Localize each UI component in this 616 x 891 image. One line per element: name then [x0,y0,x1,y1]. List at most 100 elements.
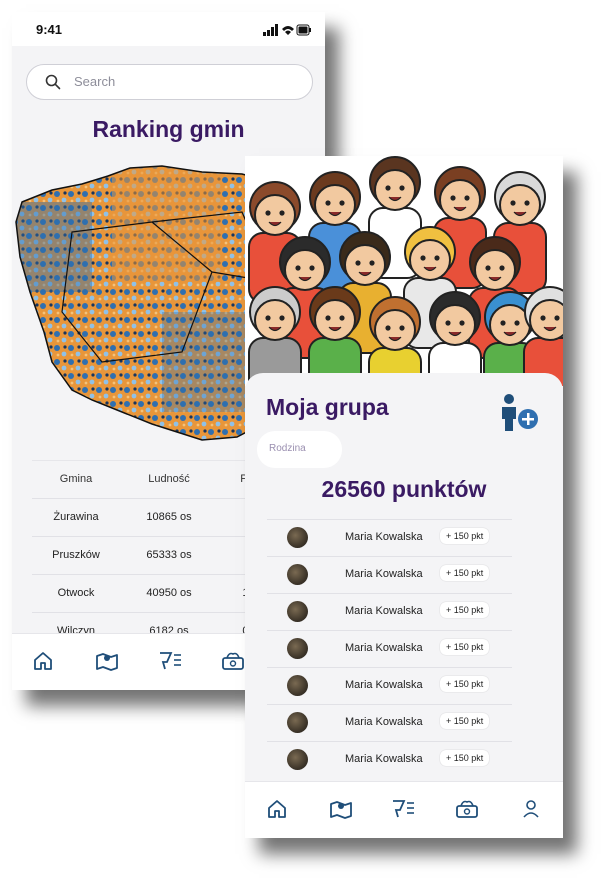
person-eye [500,320,506,326]
person-face [314,299,356,341]
person-eye [385,185,391,191]
list-item[interactable]: Maria Kowalska + 150 pkt [267,667,512,704]
person-eye [369,260,375,266]
home-icon[interactable] [266,798,288,825]
person-face [489,304,531,346]
person-eye [279,210,285,216]
person-eye [325,315,331,321]
person-face [409,239,451,281]
person-eye [540,315,546,321]
status-time: 9:41 [36,22,63,37]
member-list: Maria Kowalska + 150 pkt Maria Kowalska + … [267,519,512,778]
person-eye [554,315,560,321]
list-item[interactable]: Maria Kowalska + 150 pkt [267,630,512,667]
group-chip[interactable]: Rodzina [257,431,342,468]
ranking-icon[interactable] [390,798,416,825]
person-eye [265,210,271,216]
search-input[interactable]: Search [26,64,313,100]
search-placeholder: Search [74,74,116,89]
person-eye [524,200,530,206]
person-face [284,249,326,291]
person-eye [445,320,451,326]
points-badge: + 150 pkt [440,639,490,655]
points-badge: + 150 pkt [440,676,490,692]
group-screen: Moja grupa Rodzina 26560 punktów Maria K… [245,156,563,838]
avatar [287,638,308,659]
person-eye [485,265,491,271]
person-eye [385,325,391,331]
list-item[interactable]: Maria Kowalska + 150 pkt [267,593,512,630]
add-person-icon[interactable] [497,393,541,438]
avatar [287,675,308,696]
person-face [374,169,416,211]
person-face [344,244,386,286]
person-eye [295,265,301,271]
person-face [439,179,481,221]
status-icons [263,23,311,41]
member-name: Maria Kowalska [345,605,423,617]
points-badge: + 150 pkt [440,713,490,729]
member-name: Maria Kowalska [345,531,423,543]
points-badge: + 150 pkt [440,565,490,581]
cell-ludnosc: 65333 os [146,549,192,561]
search-icon [45,74,61,95]
page-title: Ranking gmin [92,116,245,142]
ranking-icon[interactable] [157,650,183,677]
cell-gmina: Pruszków [52,549,100,561]
person-eye [265,315,271,321]
list-item[interactable]: Maria Kowalska + 150 pkt [267,704,512,741]
col-gmina[interactable]: Gmina [32,473,120,485]
person-face [434,304,476,346]
person-eye [309,265,315,271]
points-badge: + 150 pkt [440,602,490,618]
avatar [287,601,308,622]
points-badge: + 150 pkt [440,750,490,766]
map-icon[interactable] [95,650,119,677]
person-face [474,249,516,291]
cell-ludnosc: 40950 os [146,587,192,599]
list-item[interactable]: Maria Kowalska + 150 pkt [267,556,512,593]
member-name: Maria Kowalska [345,642,423,654]
person-eye [434,255,440,261]
home-icon[interactable] [32,650,54,677]
person-eye [450,195,456,201]
status-bar: 9:41 [12,12,325,46]
person-face [374,309,416,351]
basket-icon[interactable] [454,798,480,825]
person-face [254,194,296,236]
points-badge: + 150 pkt [440,528,490,544]
avatar [287,749,308,770]
person-eye [514,320,520,326]
group-sheet: Moja grupa Rodzina 26560 punktów Maria K… [245,373,563,793]
person-eye [279,315,285,321]
group-points: 26560 punktów [321,476,487,502]
person-eye [459,320,465,326]
person-eye [339,200,345,206]
person-eye [325,200,331,206]
list-item[interactable]: Maria Kowalska + 150 pkt [267,741,512,778]
tab-bar [245,781,563,838]
map-icon[interactable] [329,798,353,825]
group-chip-label: Rodzina [269,443,306,454]
person-eye [355,260,361,266]
person-eye [499,265,505,271]
member-name: Maria Kowalska [345,716,423,728]
person-eye [464,195,470,201]
person-eye [399,185,405,191]
cell-gmina: Otwock [57,587,95,599]
member-name: Maria Kowalska [345,568,423,580]
person-eye [420,255,426,261]
person-face [314,184,356,226]
person-face [254,299,296,341]
avatar [287,564,308,585]
avatar [287,527,308,548]
list-item[interactable]: Maria Kowalska + 150 pkt [267,519,512,556]
basket-icon[interactable] [220,650,246,677]
profile-icon[interactable] [521,798,541,825]
person-face [499,184,541,226]
person-eye [399,325,405,331]
col-ludnosc[interactable]: Ludność [128,473,210,485]
person-eye [339,315,345,321]
member-name: Maria Kowalska [345,679,423,691]
cell-ludnosc: 10865 os [146,511,192,523]
